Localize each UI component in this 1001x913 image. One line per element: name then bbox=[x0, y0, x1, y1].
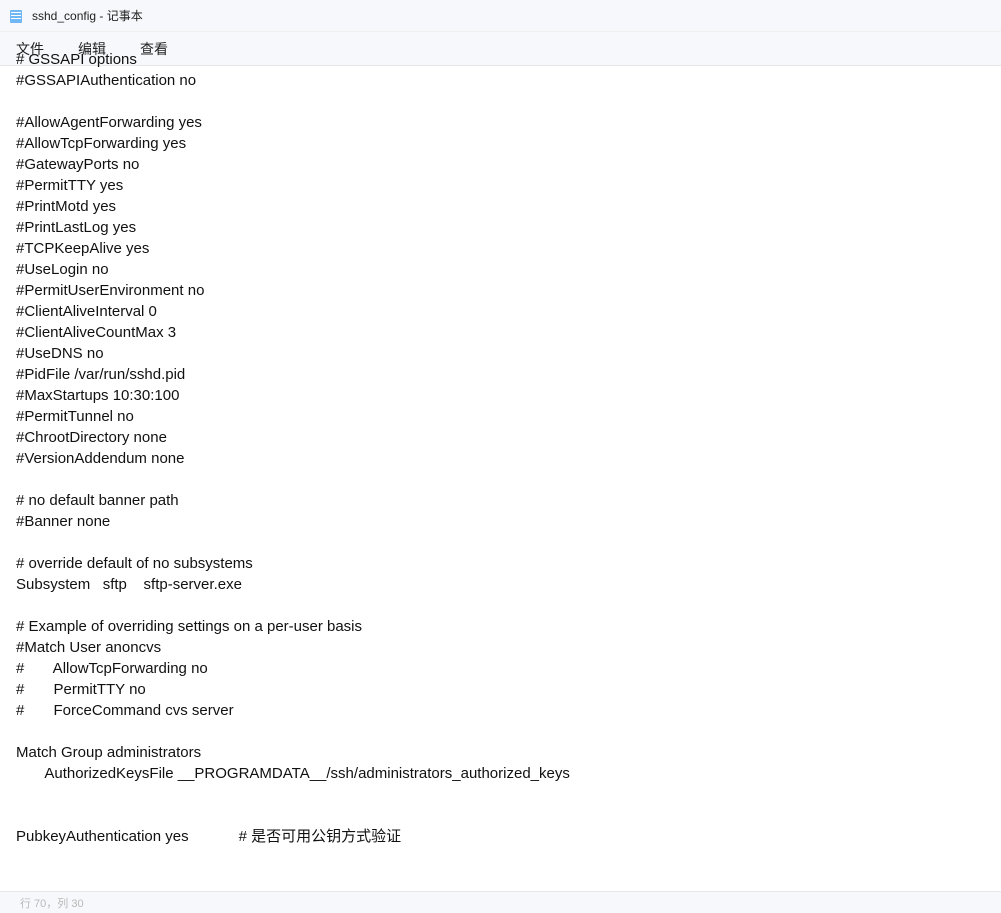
editor-line[interactable]: # Example of overriding settings on a pe… bbox=[16, 616, 1001, 637]
editor-line[interactable] bbox=[16, 595, 1001, 616]
editor-line[interactable] bbox=[16, 784, 1001, 805]
editor-line[interactable]: #GatewayPorts no bbox=[16, 154, 1001, 175]
editor-line[interactable]: #ClientAliveCountMax 3 bbox=[16, 322, 1001, 343]
statusbar: 行 70，列 30 bbox=[0, 891, 1001, 913]
editor-line[interactable]: #PermitUserEnvironment no bbox=[16, 280, 1001, 301]
editor-line[interactable]: #ClientAliveInterval 0 bbox=[16, 301, 1001, 322]
editor-line[interactable]: #VersionAddendum none bbox=[16, 448, 1001, 469]
editor-line[interactable]: #AllowAgentForwarding yes bbox=[16, 112, 1001, 133]
editor-line[interactable]: #ChrootDirectory none bbox=[16, 427, 1001, 448]
editor-line[interactable]: AuthorizedKeysFile __PROGRAMDATA__/ssh/a… bbox=[16, 763, 1001, 784]
editor-line[interactable]: # PermitTTY no bbox=[16, 679, 1001, 700]
editor-line[interactable] bbox=[16, 847, 1001, 868]
editor-line[interactable]: #MaxStartups 10:30:100 bbox=[16, 385, 1001, 406]
notepad-icon bbox=[8, 8, 24, 24]
editor-line[interactable]: # no default banner path bbox=[16, 490, 1001, 511]
editor-line[interactable]: #UseDNS no bbox=[16, 343, 1001, 364]
editor-line[interactable]: # ForceCommand cvs server bbox=[16, 700, 1001, 721]
editor-line[interactable] bbox=[16, 469, 1001, 490]
editor-line[interactable]: # GSSAPI options bbox=[16, 49, 1001, 70]
editor-line[interactable]: #PidFile /var/run/sshd.pid bbox=[16, 364, 1001, 385]
editor-line[interactable]: #PermitTTY yes bbox=[16, 175, 1001, 196]
editor-line[interactable] bbox=[16, 532, 1001, 553]
editor-line[interactable]: PubkeyAuthentication yes # 是否可用公钥方式验证 bbox=[16, 826, 1001, 847]
editor-line[interactable]: #PrintLastLog yes bbox=[16, 217, 1001, 238]
editor-line[interactable]: #Match User anoncvs bbox=[16, 637, 1001, 658]
editor-line[interactable]: Subsystem sftp sftp-server.exe bbox=[16, 574, 1001, 595]
editor-line[interactable]: Match Group administrators bbox=[16, 742, 1001, 763]
editor-line[interactable] bbox=[16, 721, 1001, 742]
editor-line[interactable]: #Banner none bbox=[16, 511, 1001, 532]
editor-line[interactable] bbox=[16, 805, 1001, 826]
editor-line[interactable]: #PrintMotd yes bbox=[16, 196, 1001, 217]
titlebar: sshd_config - 记事本 bbox=[0, 0, 1001, 32]
editor-line[interactable]: #AllowTcpForwarding yes bbox=[16, 133, 1001, 154]
editor-line[interactable]: #GSSAPIAuthentication no bbox=[16, 70, 1001, 91]
editor-line[interactable]: # override default of no subsystems bbox=[16, 553, 1001, 574]
editor-line[interactable]: #UseLogin no bbox=[16, 259, 1001, 280]
editor-line[interactable] bbox=[16, 91, 1001, 112]
cursor-position: 行 70，列 30 bbox=[20, 895, 84, 911]
text-editor-area[interactable]: # GSSAPI options#GSSAPIAuthentication no… bbox=[0, 47, 1001, 891]
editor-line[interactable]: #TCPKeepAlive yes bbox=[16, 238, 1001, 259]
editor-line[interactable]: #PermitTunnel no bbox=[16, 406, 1001, 427]
editor-line[interactable]: # AllowTcpForwarding no bbox=[16, 658, 1001, 679]
window-title: sshd_config - 记事本 bbox=[32, 7, 143, 24]
